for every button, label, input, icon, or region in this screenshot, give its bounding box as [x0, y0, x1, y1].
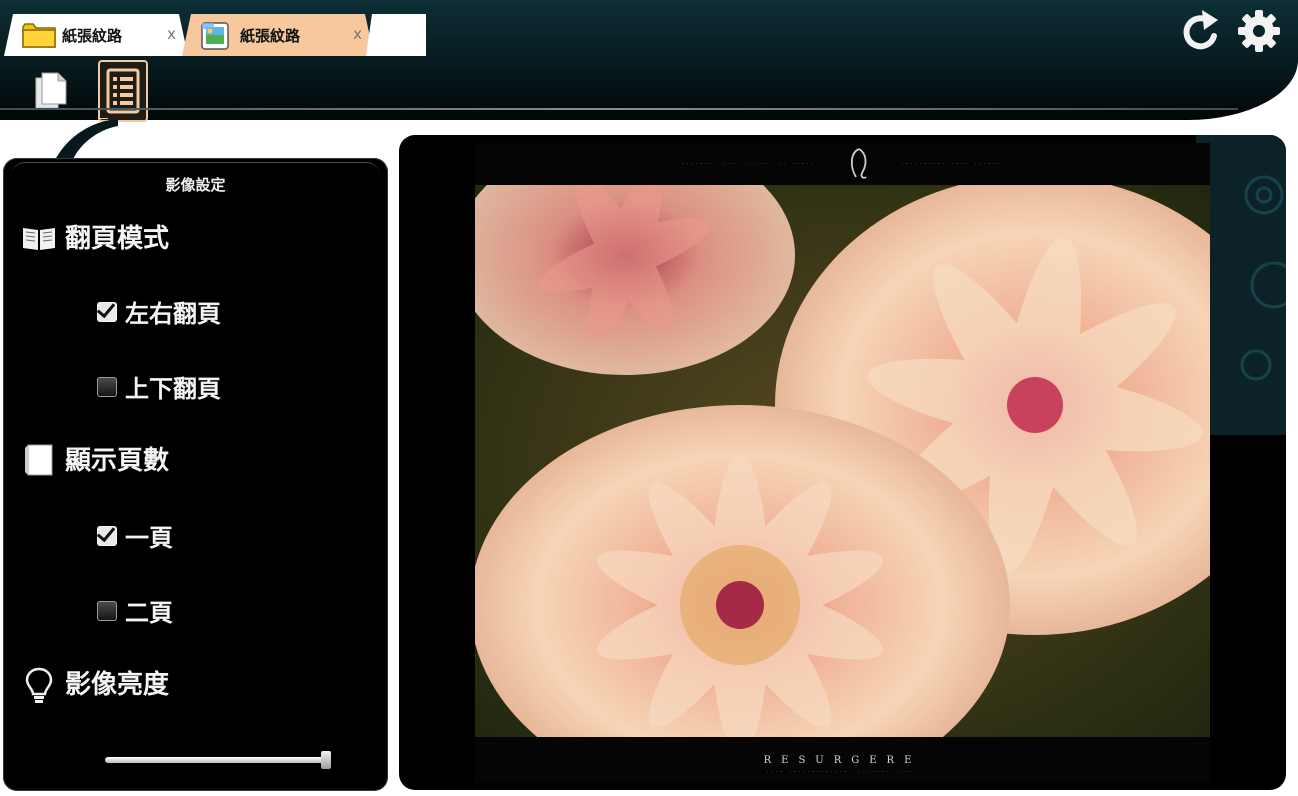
- gear-icon[interactable]: [1236, 8, 1282, 54]
- new-tab-button[interactable]: [366, 14, 426, 56]
- flower-photo: [475, 185, 1210, 737]
- pages-icon[interactable]: [30, 70, 72, 112]
- top-bar: 紙張紋路 x 紙張紋路 x: [0, 0, 1298, 122]
- photo-frame: ······· ····· ······ ·· ····· ··········…: [475, 143, 1210, 783]
- signature-logo: [850, 148, 867, 179]
- tab-close-button[interactable]: x: [353, 25, 362, 43]
- option-label: 一頁: [125, 524, 173, 552]
- checkbox-checked[interactable]: [97, 525, 117, 546]
- image-viewer-panel: ······· ····· ······ ·· ····· ··········…: [399, 135, 1286, 790]
- list-icon[interactable]: [98, 60, 148, 122]
- brightness-heading: 影像亮度: [21, 664, 170, 703]
- checkbox-unchecked[interactable]: [97, 376, 117, 397]
- header-caption-left: ······· ····· ······ ·· ·····: [682, 161, 816, 167]
- page-mode-heading: 翻頁模式: [21, 218, 169, 255]
- photo-header: ······· ····· ······ ·· ····· ··········…: [475, 143, 1210, 185]
- option-one-page[interactable]: 一頁: [97, 518, 173, 553]
- brightness-slider[interactable]: [105, 751, 332, 769]
- image-file-icon: [200, 21, 234, 49]
- page-icon: [21, 442, 57, 476]
- photo-title: RESURGERE: [763, 755, 922, 766]
- checkbox-checked[interactable]: [97, 301, 117, 322]
- page-count-heading: 顯示頁數: [21, 440, 169, 477]
- refresh-icon[interactable]: [1180, 8, 1224, 54]
- header-caption-right: ·········· ···· ······: [901, 161, 1003, 167]
- option-up-down[interactable]: 上下翻頁: [97, 369, 221, 404]
- option-label: 上下翻頁: [125, 375, 221, 403]
- tab-label: 紙張紋路: [62, 26, 123, 45]
- tab-folder[interactable]: 紙張紋路 x: [4, 14, 188, 56]
- option-two-pages[interactable]: 二頁: [97, 593, 173, 628]
- slider-handle[interactable]: [321, 751, 332, 769]
- folder-icon: [22, 21, 56, 49]
- brightness-label: 影像亮度: [65, 670, 170, 700]
- photo-footer-caption: ···· ·············· ······· ·····: [766, 769, 919, 775]
- panel-connector: [54, 118, 118, 162]
- tab-image-file[interactable]: 紙張紋路 x: [182, 14, 374, 56]
- panel-title: 影像設定: [165, 176, 226, 194]
- page-count-label: 顯示頁數: [65, 446, 170, 476]
- tab-label: 紙張紋路: [240, 26, 301, 45]
- slider-track[interactable]: [105, 757, 331, 763]
- tab-close-button[interactable]: x: [167, 25, 176, 43]
- page-mode-label: 翻頁模式: [65, 224, 170, 254]
- option-label: 左右翻頁: [125, 300, 221, 328]
- image-settings-panel: 影像設定 翻頁模式 左右翻頁 上下翻頁 顯示頁數 一頁 二頁 影像亮度: [3, 158, 388, 791]
- checkbox-unchecked[interactable]: [97, 600, 117, 621]
- option-left-right[interactable]: 左右翻頁: [97, 294, 221, 329]
- option-label: 二頁: [125, 599, 173, 627]
- lightbulb-icon: [21, 666, 57, 703]
- open-book-icon: [21, 220, 57, 254]
